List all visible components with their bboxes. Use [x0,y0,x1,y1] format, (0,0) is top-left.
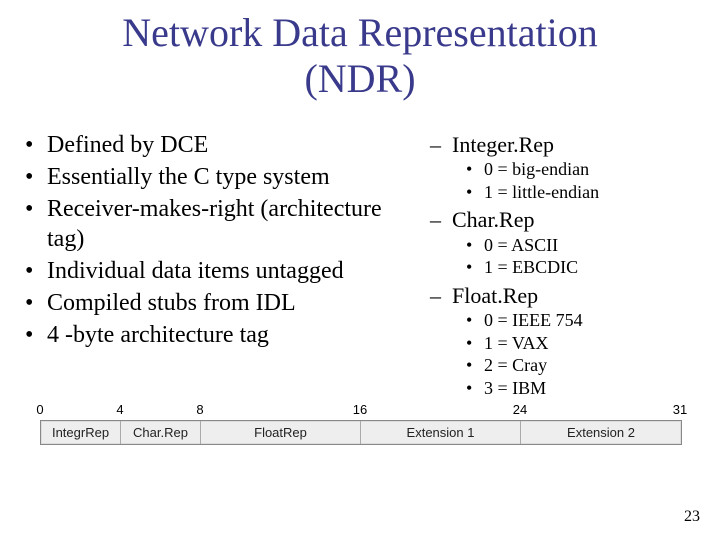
tick-label: 31 [673,402,687,417]
sub-text: 2 = Cray [484,354,547,377]
sub-text: 0 = big-endian [484,158,589,181]
title-line-1: Network Data Representation [122,10,597,55]
list-item: •0 = big-endian [466,158,700,181]
bullet-text: Compiled stubs from IDL [47,288,296,318]
bullet-text: Receiver-makes-right (architecture tag) [47,194,395,254]
bullet-text: 4 -byte architecture tag [47,320,269,350]
list-item: •3 = IBM [466,377,700,400]
tick-label: 0 [36,402,43,417]
list-item: •2 = Cray [466,354,700,377]
bullet-icon: • [466,234,484,257]
bullet-icon: • [466,256,484,279]
sub-text: 3 = IBM [484,377,546,400]
slide: Network Data Representation (NDR) •Defin… [0,0,720,540]
bullet-icon: • [466,354,484,377]
field-cell: Extension 1 [361,421,521,444]
field-cell: Extension 2 [521,421,681,444]
bullet-icon: • [25,288,47,318]
field-cell: IntegrRep [41,421,121,444]
tick-label: 8 [196,402,203,417]
bullet-icon: • [466,309,484,332]
sub-text: 1 = VAX [484,332,549,355]
field-cell: FloatRep [201,421,361,444]
dash-icon: – [430,207,452,233]
sub-text: 0 = ASCII [484,234,558,257]
dash-icon: – [430,283,452,309]
bullet-icon: • [25,320,47,350]
bullet-icon: • [25,162,47,192]
list-item: •1 = little-endian [466,181,700,204]
bullet-icon: • [25,256,47,286]
tick-label: 4 [116,402,123,417]
bullet-icon: • [466,181,484,204]
tick-label: 16 [353,402,367,417]
bullet-icon: • [25,130,47,160]
list-item: •Receiver-makes-right (architecture tag) [25,194,395,254]
sub-label: Float.Rep [452,283,538,309]
slide-title: Network Data Representation (NDR) [0,10,720,102]
sub-label: Integer.Rep [452,132,554,158]
page-number: 23 [684,508,700,526]
list-item: –Char.Rep [430,207,700,233]
list-item: –Integer.Rep [430,132,700,158]
list-item: •1 = EBCDIC [466,256,700,279]
list-item: •Defined by DCE [25,130,395,160]
list-item: •4 -byte architecture tag [25,320,395,350]
tick-label: 24 [513,402,527,417]
list-item: –Float.Rep [430,283,700,309]
bullet-icon: • [466,377,484,400]
bullet-icon: • [466,158,484,181]
bullet-text: Individual data items untagged [47,256,344,286]
sub-label: Char.Rep [452,207,535,233]
architecture-tag-diagram: 0 4 8 16 24 31 IntegrRep Char.Rep FloatR… [40,402,680,445]
field-bar: IntegrRep Char.Rep FloatRep Extension 1 … [40,420,682,445]
left-column: •Defined by DCE •Essentially the C type … [25,130,395,352]
list-item: •Compiled stubs from IDL [25,288,395,318]
list-item: •1 = VAX [466,332,700,355]
bullet-icon: • [466,332,484,355]
list-item: •0 = ASCII [466,234,700,257]
list-item: •Individual data items untagged [25,256,395,286]
bullet-icon: • [25,194,47,254]
bullet-text: Defined by DCE [47,130,208,160]
dash-icon: – [430,132,452,158]
bit-ruler: 0 4 8 16 24 31 [40,402,680,420]
right-column: –Integer.Rep •0 = big-endian •1 = little… [430,128,700,399]
list-item: •Essentially the C type system [25,162,395,192]
field-cell: Char.Rep [121,421,201,444]
title-line-2: (NDR) [304,56,415,101]
sub-text: 1 = EBCDIC [484,256,578,279]
bullet-text: Essentially the C type system [47,162,330,192]
list-item: •0 = IEEE 754 [466,309,700,332]
sub-text: 1 = little-endian [484,181,599,204]
sub-text: 0 = IEEE 754 [484,309,583,332]
